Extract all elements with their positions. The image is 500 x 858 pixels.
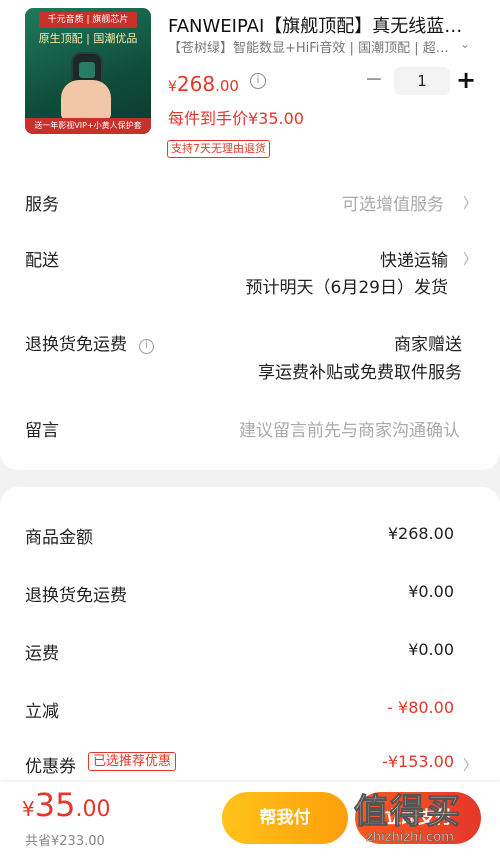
return-fee-provider: 商家赠送	[394, 335, 462, 355]
order-details-card: 千元音质 | 旗舰芯片 原生顶配 | 国潮优品 送一年影视VIP+小黄人保护套 …	[0, 0, 500, 470]
goods-amount-value: ¥268.00	[387, 524, 454, 543]
service-option[interactable]: 可选增值服务	[342, 190, 444, 215]
product-image-top-banner: 千元音质 | 旗舰芯片	[39, 12, 137, 28]
per-item-price: 每件到手价¥35.00	[168, 109, 304, 128]
watermark-url: zhizhizhi.com	[366, 830, 454, 846]
watermark-logo: 值得买	[354, 792, 462, 833]
product-price: ¥268.00	[168, 72, 239, 96]
coupon-label: 优惠券	[25, 757, 76, 777]
total-price: ¥35.00	[22, 786, 111, 824]
delivery-method[interactable]: 快递运输	[380, 246, 448, 271]
chevron-right-icon[interactable]: 〉	[463, 193, 477, 213]
increase-quantity-button[interactable]: +	[454, 67, 478, 95]
product-image-bottom-banner: 送一年影视VIP+小黄人保护套	[25, 118, 151, 134]
delivery-label: 配送	[25, 251, 59, 271]
delivery-eta: 预计明天（6月29日）发货	[245, 278, 448, 298]
saved-amount: 共省¥233.00	[25, 834, 105, 849]
product-image[interactable]: 千元音质 | 旗舰芯片 原生顶配 | 国潮优品 送一年影视VIP+小黄人保护套	[25, 8, 151, 134]
discount-value: - ¥80.00	[387, 698, 454, 717]
chevron-right-icon[interactable]: 〉	[463, 249, 477, 269]
message-label: 留言	[25, 421, 59, 441]
shipping-label: 运费	[25, 644, 59, 664]
decrease-quantity-button[interactable]: −	[362, 67, 386, 95]
product-image-badge: 原生顶配 | 国潮优品	[38, 32, 138, 45]
chevron-right-icon[interactable]: 〉	[463, 755, 477, 775]
hand-graphic	[61, 80, 111, 120]
info-icon[interactable]: i	[250, 73, 266, 89]
return-policy-tag: 支持7天无理由退货	[167, 140, 270, 158]
coupon-value[interactable]: -¥153.00	[382, 752, 454, 771]
return-fee-summary-label: 退换货免运费	[25, 586, 127, 606]
return-fee-summary-value: ¥0.00	[408, 582, 454, 601]
coupon-tag: 已选推荐优惠	[88, 752, 177, 771]
info-icon[interactable]: i	[139, 339, 154, 354]
return-fee-label: 退换货免运费 i	[25, 330, 154, 355]
discount-label: 立减	[25, 702, 59, 722]
product-spec[interactable]: 【苍树绿】智能数显+HiFi音效 | 国潮顶配 | 超长续航	[168, 37, 450, 56]
goods-amount-label: 商品金额	[25, 528, 93, 548]
shipping-value: ¥0.00	[408, 640, 454, 659]
service-label: 服务	[25, 195, 59, 215]
return-fee-desc: 享运费补贴或免费取件服务	[258, 363, 462, 383]
help-me-pay-button[interactable]: 帮我付	[222, 792, 348, 844]
site-watermark: 值得买 zhizhizhi.com	[350, 782, 500, 858]
message-input[interactable]: 建议留言前先与商家沟通确认	[239, 416, 460, 441]
quantity-field[interactable]: 1	[394, 67, 450, 95]
chevron-down-icon[interactable]: ⌄	[460, 37, 470, 51]
product-title[interactable]: FANWEIPAI【旗舰顶配】真无线蓝牙耳机	[168, 12, 468, 38]
